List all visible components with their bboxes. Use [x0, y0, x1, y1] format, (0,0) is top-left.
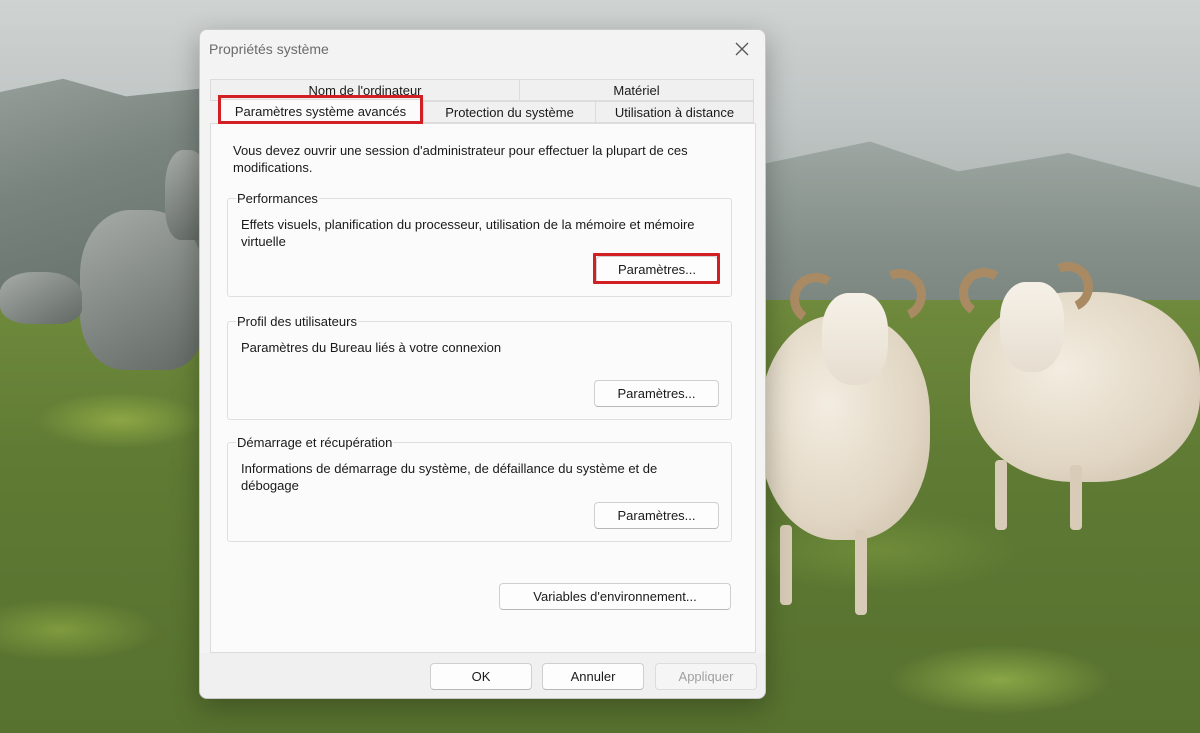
system-properties-dialog: Propriétés système Nom de l'ordinateur M…	[199, 29, 766, 699]
tab-panel-advanced: Vous devez ouvrir une session d'administ…	[210, 123, 756, 653]
tab-system-protection[interactable]: Protection du système	[423, 101, 596, 123]
startup-recovery-group-title: Démarrage et récupération	[236, 434, 394, 451]
tab-hardware[interactable]: Matériel	[519, 79, 754, 101]
user-profiles-group-title: Profil des utilisateurs	[236, 313, 358, 330]
dialog-footer: OK Annuler Appliquer	[200, 653, 765, 698]
sheep	[760, 261, 950, 625]
sheep	[955, 254, 1200, 540]
rock	[0, 272, 82, 324]
tab-remote[interactable]: Utilisation à distance	[595, 101, 754, 123]
admin-notice: Vous devez ouvrir une session d'administ…	[233, 143, 688, 175]
startup-recovery-settings-button[interactable]: Paramètres...	[594, 502, 719, 529]
apply-button[interactable]: Appliquer	[655, 663, 757, 690]
cancel-button[interactable]: Annuler	[542, 663, 644, 690]
user-profiles-group: Profil des utilisateurs Paramètres du Bu…	[227, 313, 732, 420]
title-bar[interactable]: Propriétés système	[200, 30, 765, 70]
performance-settings-button[interactable]: Paramètres...	[596, 256, 718, 283]
user-profiles-description: Paramètres du Bureau liés à votre connex…	[241, 340, 502, 355]
performance-group: Performances Effets visuels, planificati…	[227, 190, 732, 297]
tab-highlight-box	[218, 95, 423, 124]
startup-recovery-group: Démarrage et récupération Informations d…	[227, 434, 732, 542]
close-button[interactable]	[719, 30, 765, 68]
performance-group-title: Performances	[236, 190, 319, 207]
user-profiles-settings-button[interactable]: Paramètres...	[594, 380, 719, 407]
startup-recovery-description: Informations de démarrage du système, de…	[241, 461, 658, 493]
ok-button[interactable]: OK	[430, 663, 532, 690]
dialog-title: Propriétés système	[209, 41, 329, 57]
environment-variables-button[interactable]: Variables d'environnement...	[499, 583, 731, 610]
close-icon	[735, 42, 749, 56]
performance-description: Effets visuels, planification du process…	[241, 217, 695, 249]
